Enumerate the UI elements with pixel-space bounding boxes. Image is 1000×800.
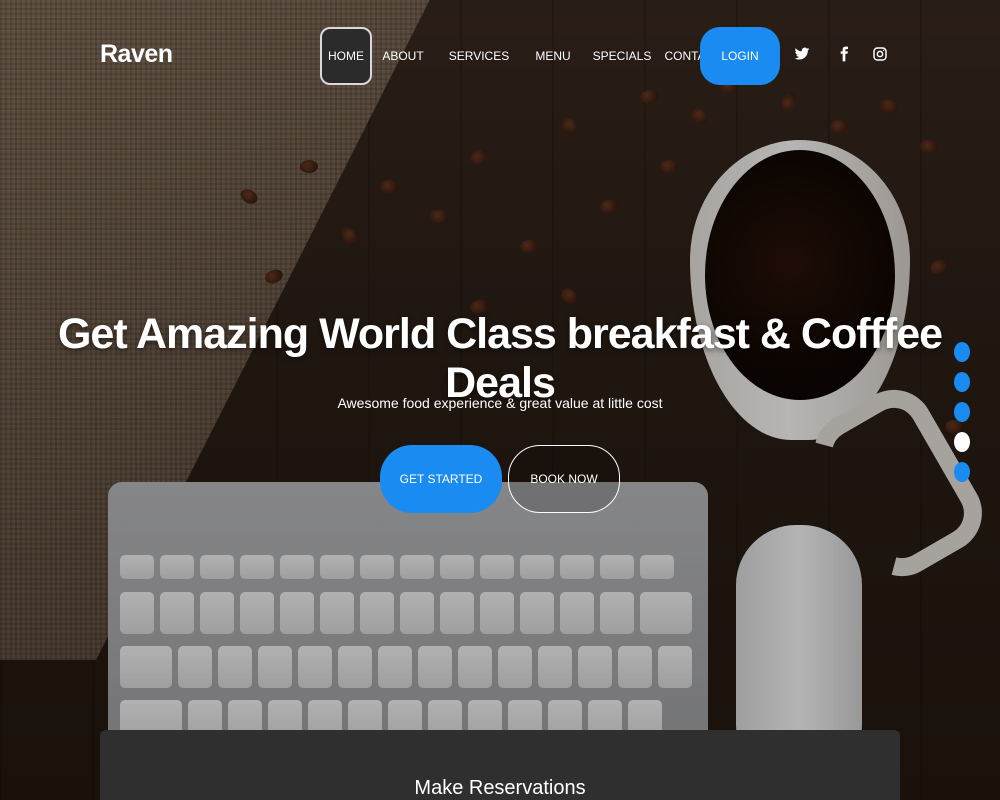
landing-page: Raven HOME ABOUT SERVICES MENU SPECIALS … xyxy=(0,0,1000,800)
hero-title: Get Amazing World Class breakfast & Coff… xyxy=(57,310,943,407)
main-nav: HOME ABOUT SERVICES MENU SPECIALS CONTAC… xyxy=(320,27,724,85)
reservation-title: Make Reservations xyxy=(414,777,586,799)
reservation-panel: Make Reservations xyxy=(100,730,900,800)
brand-logo[interactable]: Raven xyxy=(100,40,173,69)
hero-subtitle: Awesome food experience & great value at… xyxy=(337,395,663,411)
login-button[interactable]: LOGIN xyxy=(700,27,780,85)
instagram-icon[interactable] xyxy=(872,46,890,64)
slider-dot[interactable] xyxy=(954,372,970,392)
nav-specials[interactable]: SPECIALS xyxy=(582,27,662,85)
nav-services[interactable]: SERVICES xyxy=(434,27,524,85)
nav-home[interactable]: HOME xyxy=(320,27,372,85)
slider-dot[interactable] xyxy=(954,342,970,362)
nav-menu[interactable]: MENU xyxy=(524,27,582,85)
slider-dots xyxy=(954,342,970,482)
facebook-icon[interactable] xyxy=(836,46,854,64)
book-now-button[interactable]: BOOK NOW xyxy=(508,445,620,513)
nav-about[interactable]: ABOUT xyxy=(372,27,434,85)
get-started-button[interactable]: GET STARTED xyxy=(380,445,502,513)
twitter-icon[interactable] xyxy=(794,46,812,64)
slider-dot[interactable] xyxy=(954,402,970,422)
slider-dot[interactable] xyxy=(954,462,970,482)
slider-dot-active[interactable] xyxy=(954,432,970,452)
